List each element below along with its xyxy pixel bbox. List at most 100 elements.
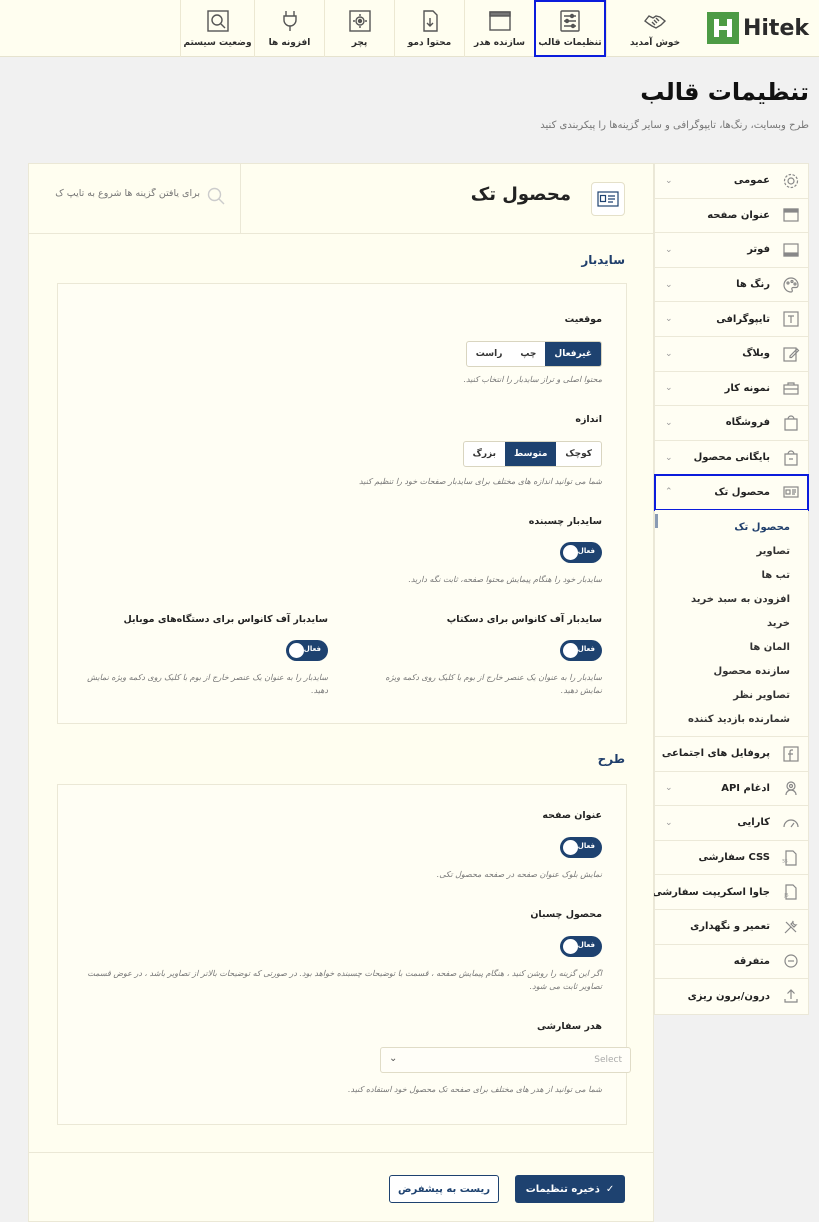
search-input[interactable] <box>50 188 200 199</box>
panel-header: محصول تک <box>29 164 653 234</box>
chevron-up-icon: ⌃ <box>665 487 673 498</box>
sidebar-item-performance[interactable]: کارایی ⌄ <box>655 806 808 841</box>
sidebar-item-shop[interactable]: فروشگاه ⌄ <box>655 406 808 441</box>
toggle-knob <box>563 840 578 855</box>
briefcase-icon <box>783 382 799 395</box>
settings-sidebar: عمومی ⌄ عنوان صفحه فوتر ⌄ رنگ ها ⌄ تایپو… <box>652 163 809 1015</box>
typography-icon <box>783 311 799 327</box>
submenu-item-visitor-counter[interactable]: شمارنده بازدید کننده <box>655 708 808 732</box>
offcanvas-mobile-description: سایدبار را به عنوان یک عنصر خارج از بوم … <box>87 673 328 695</box>
tab-header-builder[interactable]: سازنده هدر <box>464 0 534 57</box>
position-selector: غیرفعال چپ راست <box>465 341 602 367</box>
submenu-item-add-to-cart[interactable]: افزودن به سبد خرید <box>655 588 808 612</box>
size-option-medium[interactable]: متوسط <box>505 442 557 466</box>
submenu-item-single-product[interactable]: محصول تک <box>655 516 808 540</box>
sidebar-item-import-export[interactable]: درون/برون ریزی <box>655 979 808 1014</box>
submenu-item-tabs[interactable]: تب ها <box>655 564 808 588</box>
sidebar-item-custom-css[interactable]: CSS CSS سفارشی <box>655 841 808 876</box>
offcanvas-desktop-label: سایدبار آف کانواس برای دسکتاپ <box>446 614 602 625</box>
tab-plugins[interactable]: افزونه ها <box>254 0 324 57</box>
submenu-scrollbar[interactable] <box>655 513 658 528</box>
tools-icon <box>784 920 798 934</box>
sticky-sidebar-label: سایدبار چسبنده <box>528 516 602 527</box>
sticky-product-toggle[interactable]: فعال <box>560 936 602 957</box>
sticky-sidebar-toggle[interactable]: فعال <box>560 542 602 563</box>
speedometer-icon <box>783 819 799 828</box>
save-button[interactable]: ✓ ذخیره تنظیمات <box>515 1175 625 1203</box>
api-icon <box>785 781 797 796</box>
offcanvas-desktop-toggle[interactable]: فعال <box>560 640 602 661</box>
gear-box-icon <box>348 10 371 32</box>
submenu-item-images[interactable]: تصاویر <box>655 540 808 564</box>
sidebar-item-api-integration[interactable]: ادغام API ⌄ <box>655 772 808 807</box>
handshake-icon <box>644 15 667 29</box>
position-option-left[interactable]: چپ <box>511 342 545 366</box>
search-box-icon <box>206 10 229 32</box>
size-option-small[interactable]: کوچک <box>556 442 601 466</box>
sidebar-item-colors[interactable]: رنگ ها ⌄ <box>655 268 808 303</box>
tab-patcher[interactable]: پچر <box>324 0 394 57</box>
position-option-disabled[interactable]: غیرفعال <box>545 342 601 366</box>
reset-button[interactable]: ریست به پیشفرض <box>389 1175 499 1203</box>
custom-header-label: هدر سفارشی <box>536 1021 602 1032</box>
panel-title: محصول تک <box>470 184 571 205</box>
custom-header-description: شما می توانید از هدر های مختلف برای صفحه… <box>347 1085 602 1094</box>
submenu-item-elements[interactable]: المان ها <box>655 636 808 660</box>
select-value: Select <box>594 1055 622 1065</box>
tab-theme-settings[interactable]: تنظیمات قالب <box>534 0 606 57</box>
tab-system-status[interactable]: وضعیت سیستم <box>180 0 254 57</box>
toggle-knob <box>563 939 578 954</box>
check-icon: ✓ <box>605 1183 615 1195</box>
download-doc-icon <box>422 10 438 32</box>
sidebar-item-general[interactable]: عمومی ⌄ <box>655 164 808 199</box>
toggle-knob <box>563 643 578 658</box>
sticky-product-label: محصول چسبان <box>530 909 602 920</box>
sidebar-item-maintenance[interactable]: تعمیر و نگهداری <box>655 910 808 945</box>
css-file-icon: CSS <box>782 849 797 866</box>
chevron-down-icon: ⌄ <box>665 279 673 290</box>
tab-demo-content[interactable]: محتوا دمو <box>394 0 464 57</box>
sidebar-item-social-profiles[interactable]: پروفایل های اجتماعی ⌄ <box>655 737 808 772</box>
search-icon <box>207 187 225 205</box>
js-file-icon: JS <box>783 884 797 900</box>
sidebar-item-footer[interactable]: فوتر ⌄ <box>655 233 808 268</box>
page-title-toggle[interactable]: فعال <box>560 837 602 858</box>
sidebar-item-product-archive[interactable]: بایگانی محصول ⌄ <box>655 441 808 476</box>
submenu-item-buy[interactable]: خرید <box>655 612 808 636</box>
single-product-submenu: محصول تک تصاویر تب ها افزودن به سبد خرید… <box>655 509 808 737</box>
sidebar-item-custom-js[interactable]: JS جاوا اسکریپت سفارشی <box>652 875 808 910</box>
sidebar-item-typography[interactable]: تایپوگرافی ⌄ <box>655 302 808 337</box>
submenu-item-review-images[interactable]: تصاویر نظر <box>655 684 808 708</box>
sidebar-item-single-product[interactable]: محصول تک ⌃ <box>654 474 809 511</box>
chevron-down-icon: ⌄ <box>665 383 673 394</box>
page-title-label: عنوان صفحه <box>542 810 602 821</box>
position-option-right[interactable]: راست <box>467 342 512 366</box>
product-card-icon <box>591 182 625 216</box>
offcanvas-desktop-description: سایدبار را به عنوان یک عنصر خارج از بوم … <box>385 673 602 695</box>
offcanvas-mobile-toggle[interactable]: فعال <box>286 640 328 661</box>
options-search <box>29 164 241 234</box>
plug-icon <box>282 11 297 31</box>
submenu-item-product-builder[interactable]: سازنده محصول <box>655 660 808 684</box>
brand-logo[interactable]: Hitek <box>706 12 809 44</box>
brand-name: Hitek <box>742 15 809 41</box>
sidebar-item-portfolio[interactable]: نمونه کار ⌄ <box>655 372 808 407</box>
custom-header-select[interactable]: Select ⌄ <box>380 1047 631 1073</box>
edit-icon <box>783 347 800 362</box>
position-description: محتوا اصلی و تراز سایدبار را انتخاب کنید… <box>463 375 603 384</box>
svg-text:CSS: CSS <box>782 858 788 863</box>
page-title-description: نمایش بلوک عنوان صفحه در صفحه محصول تکی. <box>436 870 602 879</box>
chevron-down-icon: ⌄ <box>665 783 673 794</box>
chevron-down-icon: ⌄ <box>665 175 673 186</box>
size-description: شما می توانید اندازه های مختلف برای ساید… <box>359 477 602 486</box>
size-option-large[interactable]: بزرگ <box>464 442 505 466</box>
upload-icon <box>784 989 798 1003</box>
sticky-product-description: اگر این گزینه را روشن کنید ، هنگام پیمای… <box>87 969 602 991</box>
sidebar-item-misc[interactable]: متفرقه <box>655 945 808 980</box>
sidebar-item-blog[interactable]: وبلاگ ⌄ <box>655 337 808 372</box>
sidebar-item-page-title[interactable]: عنوان صفحه <box>655 199 808 234</box>
chevron-down-icon: ⌄ <box>389 1053 398 1064</box>
tab-welcome[interactable]: خوش آمدید <box>606 0 703 57</box>
facebook-icon <box>783 746 799 762</box>
position-label: موقعیت <box>564 314 602 325</box>
